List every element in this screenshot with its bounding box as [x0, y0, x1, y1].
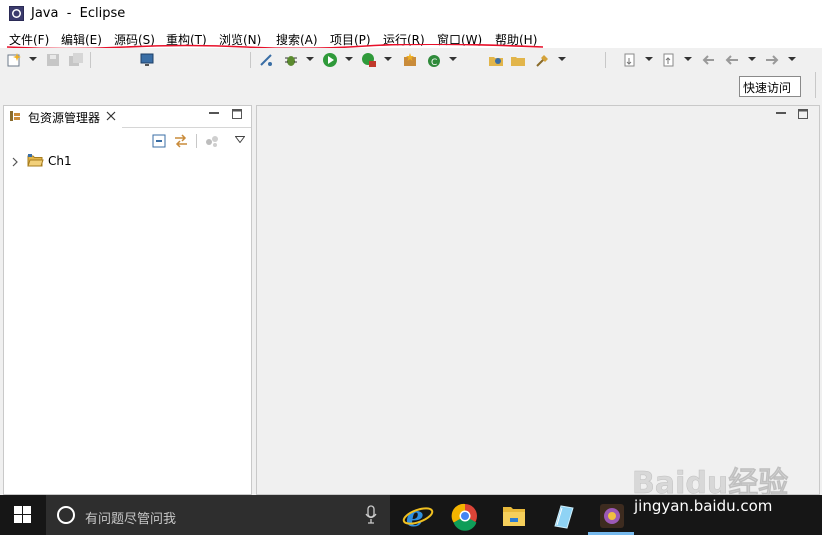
eclipse-taskbar-icon[interactable]: [590, 498, 634, 535]
package-explorer-title: 包资源管理器: [28, 111, 101, 125]
save-icon: [47, 54, 59, 66]
editor-minimize-icon[interactable]: [776, 111, 786, 117]
search-tool-icon[interactable]: [535, 52, 551, 68]
collapse-all-icon[interactable]: [152, 134, 166, 148]
terminal-icon[interactable]: [139, 52, 155, 68]
back-icon[interactable]: [724, 52, 740, 68]
open-type-icon[interactable]: [488, 52, 504, 68]
svg-text:C: C: [431, 58, 437, 68]
prev-annotation-dropdown-icon[interactable]: [684, 57, 692, 61]
toolbar-separator: [90, 52, 91, 68]
focus-on-task-icon: [206, 136, 218, 147]
taskbar-search-placeholder: 有问题尽管问我: [85, 512, 177, 527]
quick-access-field[interactable]: 快速访问: [739, 76, 801, 97]
svg-text:e: e: [406, 500, 424, 533]
run-dropdown-icon[interactable]: [345, 57, 353, 61]
save-all-icon: [69, 53, 83, 66]
debug-dropdown-icon[interactable]: [306, 57, 314, 61]
package-explorer-icon: [10, 111, 20, 121]
last-edit-icon[interactable]: [700, 52, 716, 68]
open-task-icon[interactable]: [510, 52, 526, 68]
next-annotation-dropdown-icon[interactable]: [645, 57, 653, 61]
new-class-icon[interactable]: C: [426, 52, 442, 68]
eclipse-app-icon: [9, 6, 24, 21]
watermark-url: jingyan.baidu.com: [634, 497, 773, 515]
maximize-icon[interactable]: [232, 109, 242, 119]
new-package-icon[interactable]: [402, 52, 418, 68]
toolbar-separator: [605, 52, 606, 68]
toolbar-separator: [815, 72, 816, 98]
tab-divider: [122, 127, 251, 128]
run-external-icon[interactable]: [361, 52, 377, 68]
back-dropdown-icon[interactable]: [748, 57, 756, 61]
prev-annotation-icon[interactable]: [661, 52, 677, 68]
run-external-dropdown-icon[interactable]: [384, 57, 392, 61]
run-icon[interactable]: [322, 52, 338, 68]
link-with-editor-icon[interactable]: [173, 134, 189, 148]
new-icon[interactable]: [6, 52, 22, 68]
windows-start-icon[interactable]: [14, 506, 31, 523]
forward-dropdown-icon[interactable]: [788, 57, 796, 61]
chrome-icon[interactable]: [443, 498, 487, 535]
cortana-icon[interactable]: [56, 505, 76, 525]
file-explorer-icon[interactable]: [492, 498, 536, 535]
new-class-dropdown-icon[interactable]: [449, 57, 457, 61]
window-title: Java - Eclipse: [31, 6, 126, 21]
notepad-app-icon[interactable]: [541, 498, 585, 535]
search-dropdown-icon[interactable]: [558, 57, 566, 61]
internet-explorer-icon[interactable]: e: [396, 498, 440, 535]
view-menu-icon[interactable]: [235, 136, 245, 143]
chevron-right-icon[interactable]: [11, 157, 19, 167]
view-toolbar-separator: [196, 134, 197, 148]
debug-icon[interactable]: [283, 52, 299, 68]
next-annotation-icon[interactable]: [622, 52, 638, 68]
microphone-icon[interactable]: [365, 505, 377, 525]
toggle-breakpoint-icon[interactable]: [258, 52, 274, 68]
project-tree-item[interactable]: Ch1: [48, 154, 72, 168]
toolbar: C: [0, 48, 822, 104]
forward-icon[interactable]: [764, 52, 780, 68]
minimize-icon[interactable]: [209, 111, 219, 117]
toolbar-separator: [250, 52, 251, 68]
editor-area: [256, 105, 820, 495]
close-icon[interactable]: [106, 111, 116, 121]
new-dropdown-icon[interactable]: [29, 57, 37, 61]
project-folder-icon: [27, 154, 44, 167]
editor-maximize-icon[interactable]: [798, 109, 808, 119]
